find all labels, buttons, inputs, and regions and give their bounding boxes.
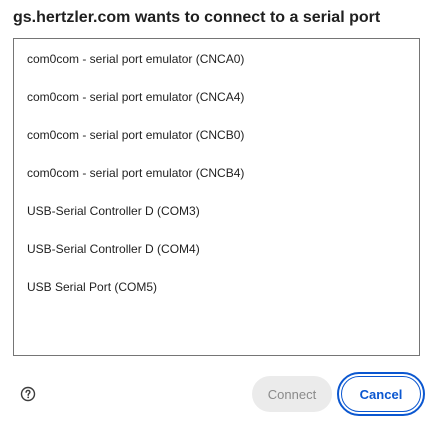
port-item-com3[interactable]: USB-Serial Controller D (COM3) <box>27 201 200 221</box>
cancel-button[interactable]: Cancel <box>341 376 421 412</box>
port-item-com5[interactable]: USB Serial Port (COM5) <box>27 277 157 297</box>
connect-button[interactable]: Connect <box>252 376 332 412</box>
port-item-cncb4[interactable]: com0com - serial port emulator (CNCB4) <box>27 163 244 183</box>
port-item-cnca4[interactable]: com0com - serial port emulator (CNCA4) <box>27 87 244 107</box>
port-item-cncb0[interactable]: com0com - serial port emulator (CNCB0) <box>27 125 244 145</box>
port-item-com4[interactable]: USB-Serial Controller D (COM4) <box>27 239 200 259</box>
dialog-footer: Connect Cancel <box>0 370 434 418</box>
dialog-title: gs.hertzler.com wants to connect to a se… <box>13 9 381 26</box>
serial-port-list[interactable]: com0com - serial port emulator (CNCA0) c… <box>13 38 420 356</box>
port-item-cnca0[interactable]: com0com - serial port emulator (CNCA0) <box>27 49 244 69</box>
help-circle-icon[interactable] <box>20 386 36 402</box>
